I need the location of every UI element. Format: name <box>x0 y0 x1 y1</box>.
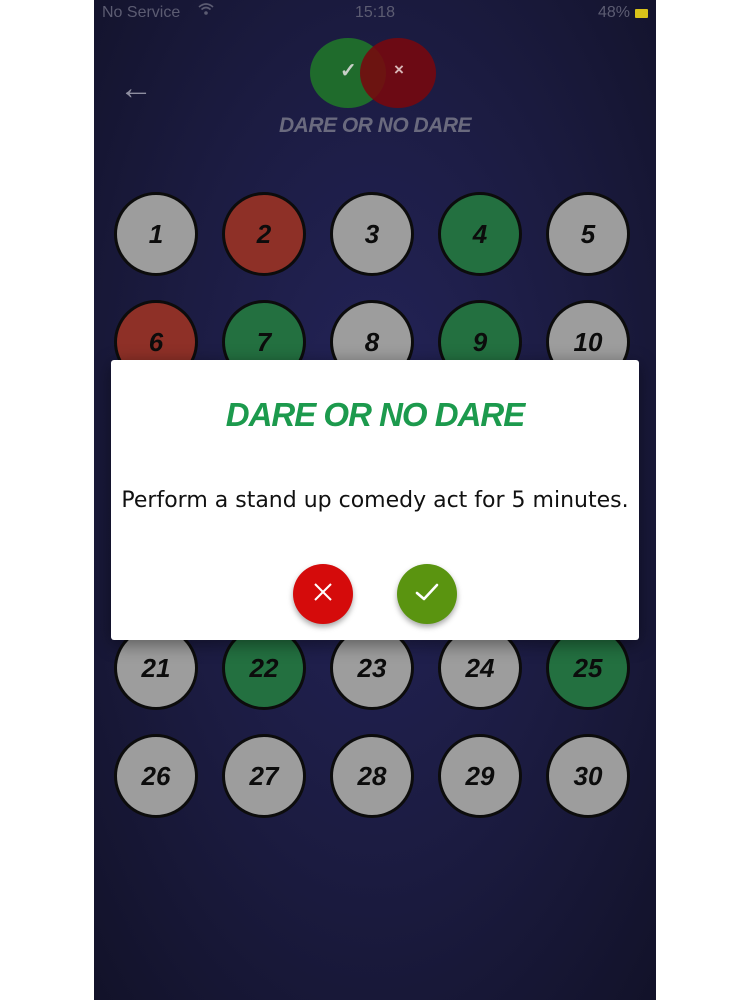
check-icon <box>414 580 440 608</box>
close-icon <box>312 580 334 608</box>
dialog-message: Perform a stand up comedy act for 5 minu… <box>121 488 629 513</box>
dare-dialog: DARE OR NO DARE Perform a stand up comed… <box>111 360 639 640</box>
reject-button[interactable] <box>293 564 353 624</box>
accept-button[interactable] <box>397 564 457 624</box>
dialog-title: DARE OR NO DARE <box>225 396 526 433</box>
